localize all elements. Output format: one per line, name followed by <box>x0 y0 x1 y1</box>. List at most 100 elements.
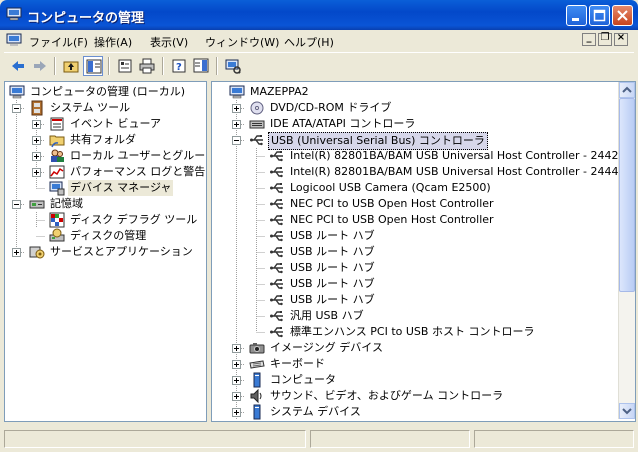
computer-management-icon <box>9 85 25 99</box>
scan-hardware-button[interactable] <box>223 56 243 76</box>
menu-file[interactable]: ファイル(F) <box>29 34 88 50</box>
expand-toggle[interactable] <box>232 376 241 385</box>
usb-icon <box>270 167 283 178</box>
device-label: 標準エンハンス PCI to USB ホスト コントローラ <box>290 325 535 338</box>
scroll-thumb[interactable] <box>619 98 635 292</box>
expand-toggle[interactable] <box>232 120 241 129</box>
show-hide-tree-icon <box>86 59 102 74</box>
device-label: NEC PCI to USB Open Host Controller <box>290 197 494 210</box>
keyboard-icon <box>249 360 265 369</box>
device-label: DVD/CD-ROM ドライブ <box>270 101 392 114</box>
minimize-button[interactable] <box>566 5 587 26</box>
maximize-button[interactable] <box>589 5 610 26</box>
print-icon <box>139 58 155 74</box>
system-device-icon <box>253 404 261 420</box>
show-hide-tree-button[interactable] <box>83 56 103 76</box>
menu-help[interactable]: ヘルプ(H) <box>284 34 334 50</box>
shared-folder-icon <box>49 135 65 148</box>
tree-item-label: イベント ビューア <box>70 117 162 130</box>
usb-icon <box>270 151 283 162</box>
vertical-scrollbar[interactable] <box>618 82 635 419</box>
device-label: NEC PCI to USB Open Host Controller <box>290 213 494 226</box>
tree-item-label: 共有フォルダ <box>70 133 136 146</box>
up-folder-icon <box>63 61 79 73</box>
properties-icon <box>118 59 132 73</box>
menu-bar: ファイル(F) 操作(A) 表示(V) ウィンドウ(W) ヘルプ(H) _ ❐ × <box>4 30 634 51</box>
device-label: キーボード <box>270 357 325 370</box>
console-tree[interactable]: コンピュータの管理 (ローカル) システム ツール イベント ビューア 共有フォ… <box>4 81 207 422</box>
mdi-restore-button[interactable]: ❐ <box>598 32 612 46</box>
usb-icon <box>270 327 283 338</box>
cd-drive-icon <box>250 101 264 115</box>
tree-item-label: サービスとアプリケーション <box>50 245 193 258</box>
collapse-toggle[interactable] <box>12 104 21 113</box>
expand-toggle[interactable] <box>32 152 41 161</box>
expand-toggle[interactable] <box>232 392 241 401</box>
expand-toggle[interactable] <box>32 136 41 145</box>
collapse-toggle[interactable] <box>232 136 241 145</box>
toolbox-icon <box>31 100 43 116</box>
tree-item-label: ローカル ユーザーとグループ <box>70 149 207 162</box>
back-button[interactable] <box>8 56 28 76</box>
expand-toggle[interactable] <box>232 104 241 113</box>
storage-icon <box>29 200 45 209</box>
close-button[interactable] <box>612 5 633 26</box>
device-label: イメージング デバイス <box>270 341 383 354</box>
scroll-up-button[interactable] <box>619 82 635 98</box>
device-label: USB ルート ハブ <box>290 229 375 242</box>
expand-toggle[interactable] <box>32 120 41 129</box>
mmc-document-icon[interactable] <box>6 33 22 47</box>
help-icon: ? <box>172 59 186 73</box>
scroll-down-button[interactable] <box>619 403 635 419</box>
title-bar[interactable]: コンピュータの管理 <box>0 0 638 30</box>
window: コンピュータの管理 ファイル(F) 操作(A) 表示(V) ウィンドウ(W) ヘ… <box>0 0 638 452</box>
forward-button[interactable] <box>30 56 50 76</box>
tree-item-label: ディスクの管理 <box>70 229 147 242</box>
usb-icon <box>270 295 283 306</box>
usb-icon <box>270 231 283 242</box>
usb-icon <box>270 183 283 194</box>
computer-icon <box>253 372 261 388</box>
device-label: USB ルート ハブ <box>290 277 375 290</box>
usb-icon <box>270 279 283 290</box>
device-label: USB ルート ハブ <box>290 293 375 306</box>
computer-icon <box>229 85 245 99</box>
usb-icon <box>270 247 283 258</box>
tree-item-label: ディスク デフラグ ツール <box>70 213 198 226</box>
mdi-minimize-button[interactable]: _ <box>582 32 596 46</box>
maximize-icon <box>593 9 606 22</box>
device-list-pane[interactable]: MAZEPPA2 DVD/CD-ROM ドライブ IDE ATA/ATAPI コ… <box>211 81 636 422</box>
menu-action[interactable]: 操作(A) <box>94 34 132 50</box>
defrag-icon <box>49 212 65 228</box>
camera-icon <box>249 343 265 354</box>
expand-toggle[interactable] <box>232 360 241 369</box>
properties-button[interactable] <box>115 56 135 76</box>
disk-management-icon <box>49 228 65 242</box>
menu-window[interactable]: ウィンドウ(W) <box>205 34 279 50</box>
expand-toggle[interactable] <box>232 408 241 417</box>
status-cell-main <box>4 430 306 448</box>
back-arrow-icon <box>12 61 24 71</box>
expand-toggle[interactable] <box>232 344 241 353</box>
show-hide-action-pane-button[interactable] <box>191 56 211 76</box>
users-icon <box>51 149 64 162</box>
usb-icon <box>250 135 263 146</box>
device-label: USB ルート ハブ <box>290 245 375 258</box>
status-cell-secondary <box>310 430 470 448</box>
tree-item-label: デバイス マネージャ <box>68 180 174 196</box>
device-label: USB ルート ハブ <box>290 261 375 274</box>
expand-toggle[interactable] <box>12 248 21 257</box>
help-button[interactable]: ? <box>169 56 189 76</box>
menu-view[interactable]: 表示(V) <box>150 34 188 50</box>
up-button[interactable] <box>61 56 81 76</box>
tree-item-label: コンピュータの管理 (ローカル) <box>30 85 186 98</box>
mdi-controls: _ ❐ × <box>580 32 628 49</box>
device-label: Logicool USB Camera (Qcam E2500) <box>290 181 491 194</box>
collapse-toggle[interactable] <box>12 200 21 209</box>
device-label: 汎用 USB ハブ <box>290 309 364 322</box>
expand-toggle[interactable] <box>32 168 41 177</box>
computer-management-icon <box>6 7 22 21</box>
print-button[interactable] <box>137 56 157 76</box>
ide-controller-icon <box>249 120 265 129</box>
mdi-close-button[interactable]: × <box>614 32 628 46</box>
